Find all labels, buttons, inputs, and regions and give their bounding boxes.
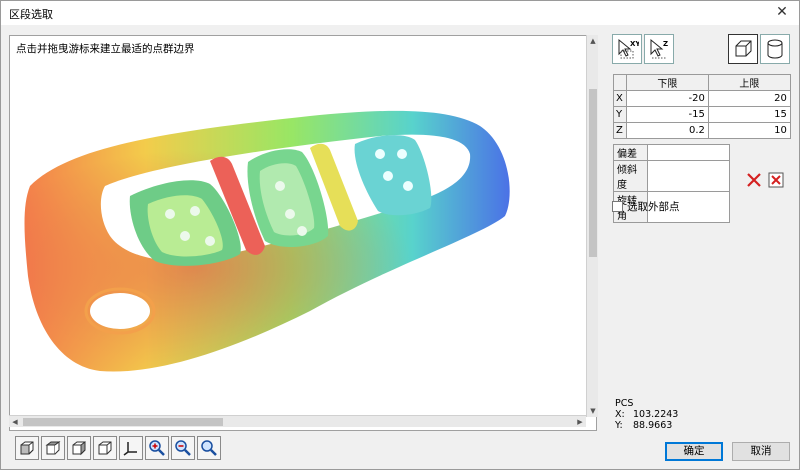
ok-button[interactable]: 确定 xyxy=(665,442,723,461)
outside-points-label: 选取外部点 xyxy=(627,201,680,213)
axis-icon xyxy=(123,442,137,456)
zoom-out-button[interactable] xyxy=(171,436,195,460)
point-cloud[interactable] xyxy=(10,36,597,431)
cube-top-icon xyxy=(45,441,61,455)
offset-input[interactable] xyxy=(647,144,730,161)
y-coord-value: 88.9663 xyxy=(633,420,673,431)
view-iso-button[interactable] xyxy=(93,436,117,460)
cursor-z-icon: Z xyxy=(650,38,668,59)
view-toolbar xyxy=(15,436,221,462)
cancel-button[interactable]: 取消 xyxy=(732,442,790,461)
cube-front-icon xyxy=(20,441,34,455)
window-title: 区段选取 xyxy=(9,8,53,21)
vertical-scroll-thumb[interactable] xyxy=(589,89,597,257)
cube-shape-icon xyxy=(735,40,752,57)
view-left-button[interactable] xyxy=(67,436,91,460)
row-label-z: Z xyxy=(613,122,627,139)
shape-cylinder-button[interactable] xyxy=(760,34,790,64)
zoom-in-icon xyxy=(149,440,165,456)
y-coord-label: Y: xyxy=(615,420,623,431)
zoom-fit-icon xyxy=(201,440,217,456)
header-lower: 下限 xyxy=(625,74,709,91)
table-row: X -20 20 xyxy=(613,90,791,107)
cursor-xy-icon: XY xyxy=(618,38,639,59)
y-lower-input[interactable]: -15 xyxy=(625,106,709,123)
scroll-down-icon[interactable]: ▼ xyxy=(587,405,599,417)
close-icon[interactable]: ✕ xyxy=(771,3,793,21)
view-front-button[interactable] xyxy=(15,436,39,460)
scroll-left-icon[interactable]: ◀ xyxy=(9,416,21,428)
x-upper-input[interactable]: 20 xyxy=(707,90,791,107)
scroll-up-icon[interactable]: ▲ xyxy=(587,35,599,47)
clear-button[interactable] xyxy=(767,171,785,189)
row-label-y: Y xyxy=(613,106,627,123)
header-upper: 上限 xyxy=(707,74,791,91)
coord-system: PCS xyxy=(615,398,634,409)
viewer-hint: 点击并拖曳游标来建立最适的点群边界 xyxy=(16,43,195,55)
view-top-button[interactable] xyxy=(41,436,65,460)
point-cloud-viewer[interactable]: 点击并拖曳游标来建立最适的点群边界 xyxy=(9,35,597,431)
viewer-horizontal-scrollbar[interactable]: ◀ ▶ xyxy=(9,415,586,427)
cube-iso-icon xyxy=(98,441,112,455)
viewer-vertical-scrollbar[interactable]: ▲ ▼ xyxy=(586,35,598,417)
z-label: Z xyxy=(663,40,668,48)
horizontal-scroll-thumb[interactable] xyxy=(23,418,223,426)
x-coord-label: X: xyxy=(615,409,625,420)
tilt-label: 倾斜度 xyxy=(613,160,648,192)
axis-button[interactable] xyxy=(119,436,143,460)
outside-points-checkbox[interactable] xyxy=(612,201,623,212)
scroll-right-icon[interactable]: ▶ xyxy=(574,416,586,428)
limits-corner xyxy=(613,74,627,91)
table-row: Z 0.2 10 xyxy=(613,122,791,139)
shape-cube-button[interactable] xyxy=(728,34,758,64)
xy-label: XY xyxy=(630,40,639,48)
zoom-in-button[interactable] xyxy=(145,436,169,460)
x-lower-input[interactable]: -20 xyxy=(625,90,709,107)
outside-points-option[interactable]: 选取外部点 xyxy=(612,199,680,214)
table-row: 偏差 xyxy=(613,144,730,161)
dialog-window: 区段选取 ✕ 点击并拖曳游标来建立最适的点群边界 ▲ ▼ ◀ ▶ XY Z 下限… xyxy=(0,0,800,470)
tilt-input[interactable] xyxy=(647,160,730,192)
table-row: 倾斜度 xyxy=(613,160,730,192)
limits-table: 下限 上限 X -20 20 Y -15 15 Z 0.2 10 xyxy=(613,74,791,139)
z-lower-input[interactable]: 0.2 xyxy=(625,122,709,139)
select-xy-button[interactable]: XY xyxy=(612,34,642,64)
red-x-icon xyxy=(747,173,761,187)
title-bar: 区段选取 ✕ xyxy=(1,1,799,25)
zoom-out-icon xyxy=(175,440,191,456)
red-boxed-x-icon xyxy=(768,172,784,188)
coordinate-readout: PCS X: 103.2243 Y: 88.9663 xyxy=(615,398,678,431)
cube-left-icon xyxy=(72,441,86,456)
y-upper-input[interactable]: 15 xyxy=(707,106,791,123)
zoom-fit-button[interactable] xyxy=(197,436,221,460)
table-row: Y -15 15 xyxy=(613,106,791,123)
z-upper-input[interactable]: 10 xyxy=(707,122,791,139)
delete-button[interactable] xyxy=(745,171,763,189)
x-coord-value: 103.2243 xyxy=(633,409,679,420)
select-z-button[interactable]: Z xyxy=(644,34,674,64)
cylinder-shape-icon xyxy=(767,39,783,59)
offset-label: 偏差 xyxy=(613,144,648,161)
row-label-x: X xyxy=(613,90,627,107)
